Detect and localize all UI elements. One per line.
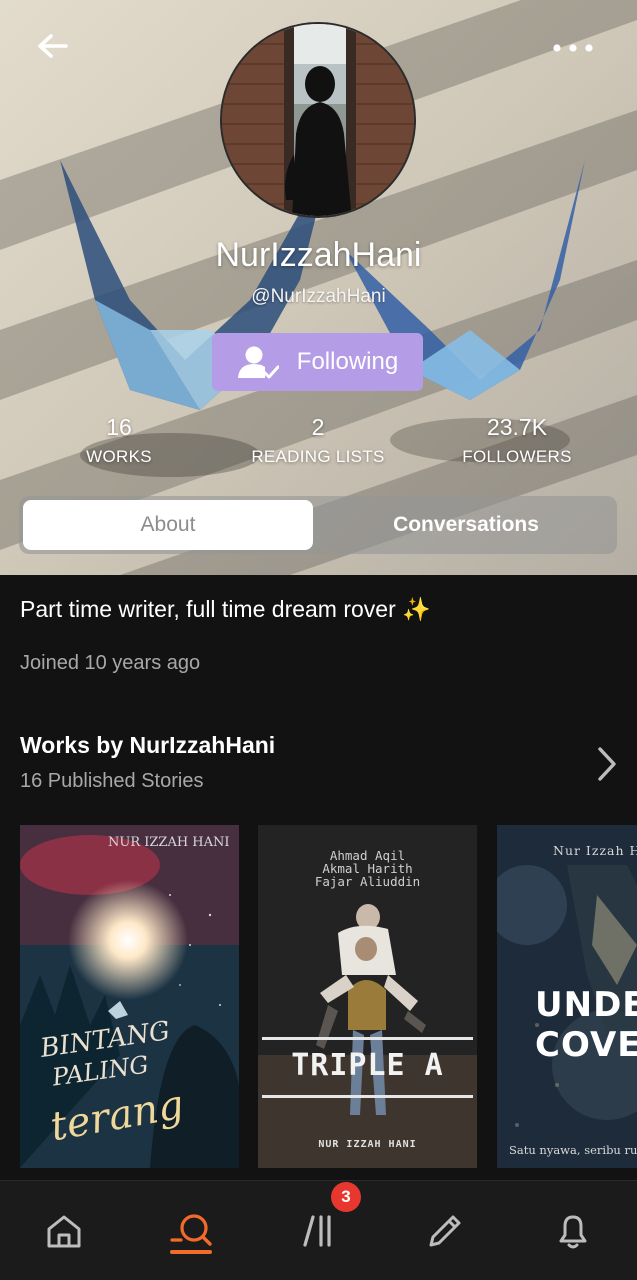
stat-reading-lists-label: READING LISTS [251, 447, 385, 466]
works-see-all-button[interactable] [595, 745, 619, 783]
cover-2-rule-bottom [262, 1095, 473, 1098]
cover-1-author: NUR IZZAH HANI [108, 835, 230, 850]
story-cover-1[interactable]: NUR IZZAH HANI BINTANG PALING terang [20, 825, 239, 1168]
stat-works-value: 16 [106, 414, 132, 440]
works-section-subtitle: 16 Published Stories [20, 770, 204, 792]
stat-works-label: WORKS [86, 447, 152, 466]
nav-active-indicator [170, 1250, 212, 1254]
back-button[interactable] [30, 26, 74, 70]
stat-works[interactable]: 16 WORKS [19, 414, 219, 467]
nav-notifications[interactable] [523, 1181, 623, 1280]
following-button[interactable]: Following [212, 333, 423, 391]
bottom-navigation [0, 1180, 637, 1280]
home-icon [47, 1215, 81, 1248]
discover-icon [170, 1214, 212, 1246]
cover-2-name-3: Fajar Aliuddin [314, 874, 421, 889]
stat-reading-lists[interactable]: 2 READING LISTS [218, 414, 418, 467]
tab-conversations[interactable]: Conversations [319, 500, 613, 550]
stat-followers[interactable]: 23.7K FOLLOWERS [417, 414, 617, 467]
profile-header: NurIzzahHani @NurIzzahHani Following 16 … [0, 0, 637, 575]
cover-3-author: Nur Izzah H [553, 843, 637, 858]
library-notification-badge: 3 [331, 1182, 361, 1212]
works-section-title[interactable]: Works by NurIzzahHani [20, 732, 275, 759]
cover-2-character-names: Ahmad Aqil Akmal Harith Fajar Aliuddin [258, 849, 477, 888]
more-options-button[interactable] [551, 36, 595, 60]
profile-bio: Part time writer, full time dream rover … [20, 596, 431, 622]
following-button-label: Following [296, 348, 399, 375]
joined-date: Joined 10 years ago [20, 652, 201, 674]
notifications-icon [559, 1215, 587, 1249]
chevron-right-icon [598, 747, 616, 781]
username-handle: @NurIzzahHani [251, 286, 386, 307]
library-icon [303, 1215, 331, 1247]
cover-2-rule-top [262, 1037, 473, 1040]
nav-write[interactable] [395, 1181, 495, 1280]
stat-followers-label: FOLLOWERS [462, 447, 572, 466]
avatar[interactable] [220, 22, 416, 218]
write-icon [429, 1215, 461, 1247]
cover-2-title: TRIPLE A [291, 1048, 444, 1083]
user-check-icon [237, 346, 279, 379]
display-name: NurIzzahHani [215, 236, 422, 274]
cover-2-author: NUR IZZAH HANI [318, 1139, 417, 1150]
stat-followers-value: 23.7K [486, 414, 548, 440]
story-cover-2[interactable]: Ahmad Aqil Akmal Harith Fajar Aliuddin T… [258, 825, 477, 1168]
cover-3-title-line-1: UNDE [535, 985, 637, 1025]
tab-about[interactable]: About [23, 500, 313, 550]
profile-tabs: About Conversations [19, 496, 617, 554]
nav-home[interactable] [14, 1181, 114, 1280]
nav-discover[interactable] [141, 1181, 241, 1280]
stat-reading-lists-value: 2 [311, 414, 325, 440]
cover-3-title-line-2: COVE [535, 1025, 637, 1065]
cover-3-tagline: Satu nyawa, seribu rupa [509, 1143, 637, 1157]
avatar-image [222, 24, 414, 216]
more-horizontal-icon [553, 44, 593, 52]
story-cover-3[interactable]: Nur Izzah H UNDE COVE Satu nyawa, seribu… [497, 825, 637, 1168]
arrow-left-icon [38, 34, 68, 58]
